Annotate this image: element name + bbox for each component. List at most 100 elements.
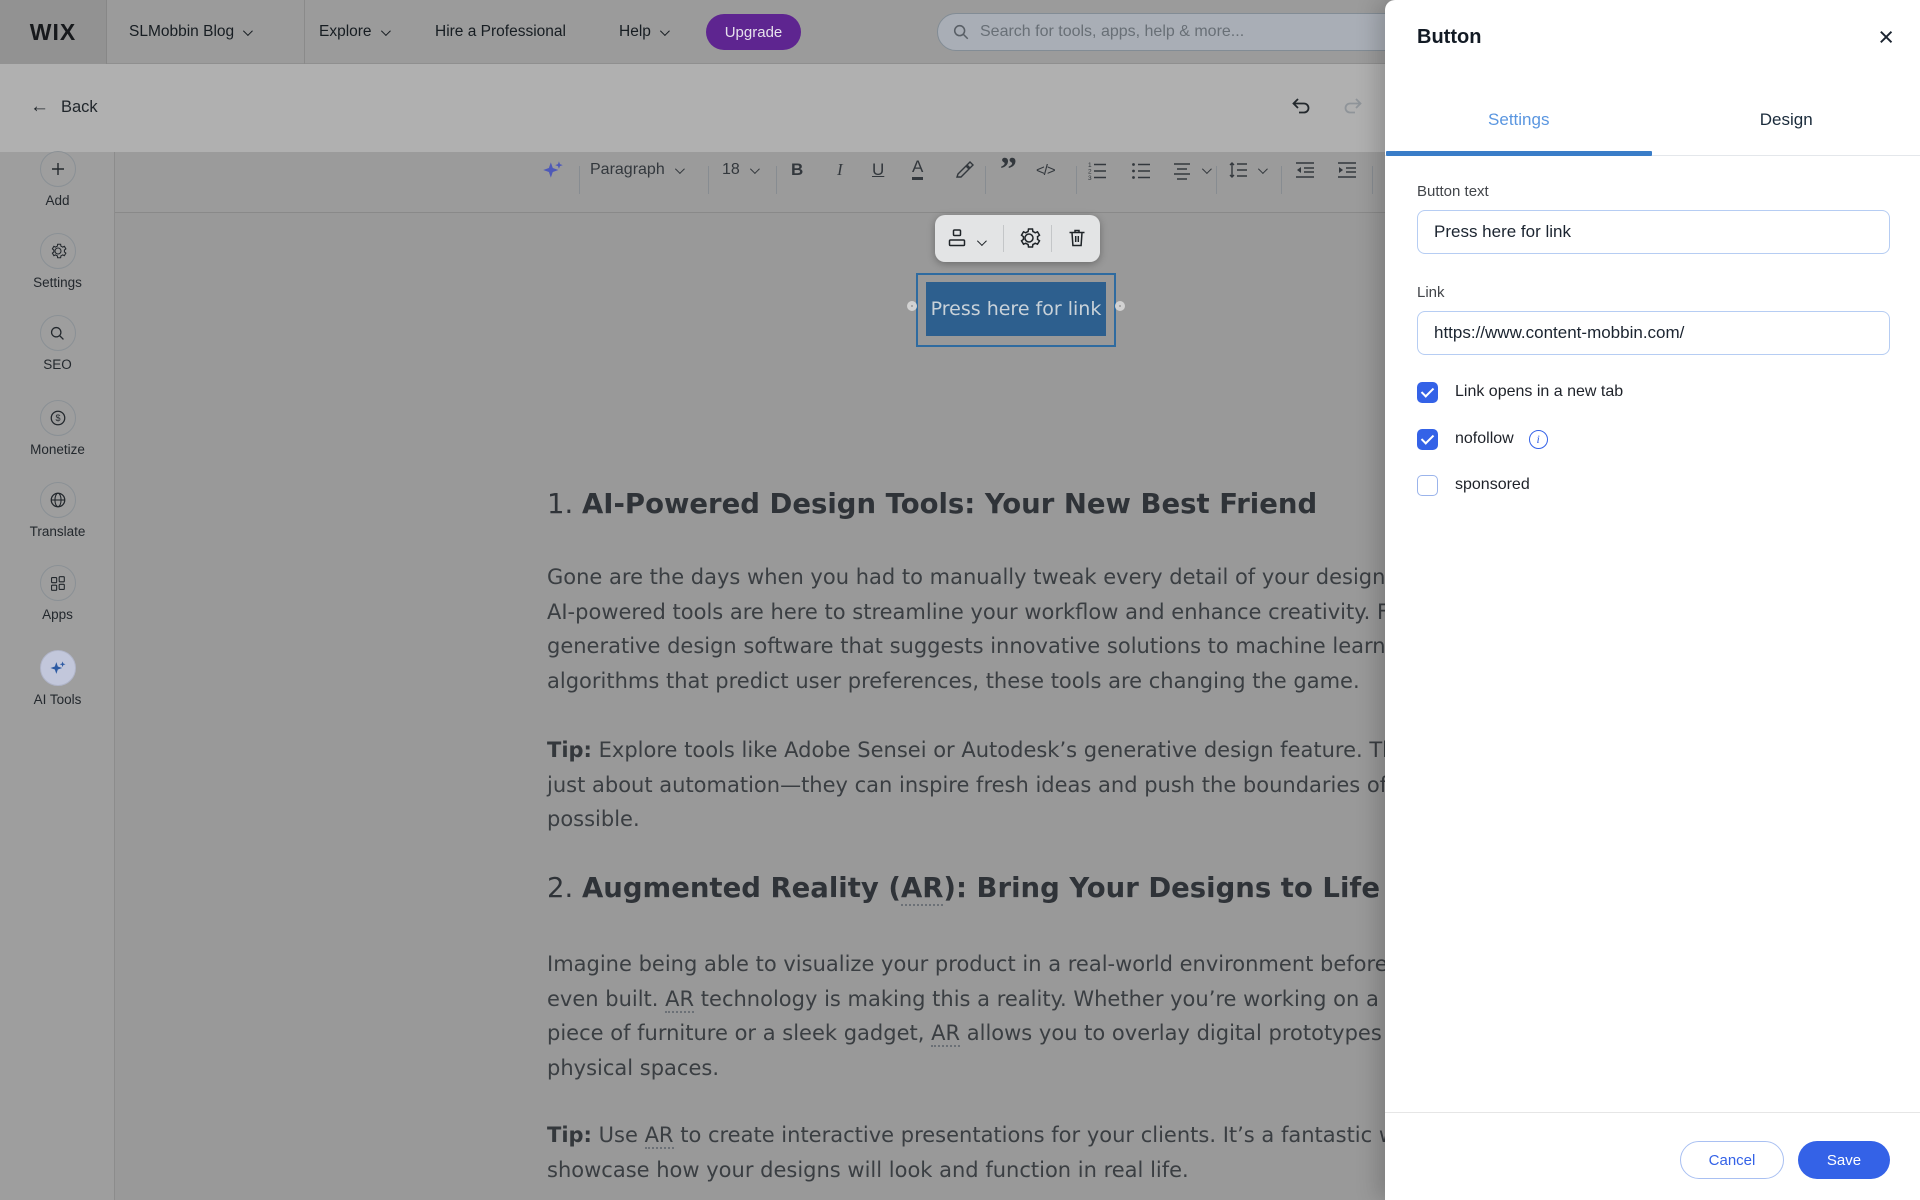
blog-heading-2[interactable]: 2. Augmented Reality (AR): Bring Your De…	[547, 868, 1380, 908]
resize-handle-right[interactable]	[1115, 301, 1125, 311]
site-menu-label: SLMobbin Blog	[129, 23, 235, 40]
checkbox-label: sponsored	[1455, 476, 1530, 493]
indent-icon[interactable]	[1336, 156, 1358, 184]
link-label: Link	[1417, 284, 1445, 301]
text-color-icon[interactable]: A	[912, 156, 924, 180]
sidebar-item-translate[interactable]: Translate	[0, 482, 115, 539]
back-arrow-icon: ←	[30, 96, 49, 117]
topbar-divider	[304, 0, 305, 64]
hire-label: Hire a Professional	[435, 23, 566, 40]
toolbar-divider	[1281, 166, 1282, 194]
svg-text:$: $	[55, 413, 60, 423]
checkbox-label: nofollow	[1455, 430, 1514, 447]
canvas-button[interactable]: Press here for link	[926, 282, 1106, 336]
paragraph-line: just about automation—they can inspire f…	[547, 772, 1385, 797]
toolbar-divider	[1216, 166, 1217, 194]
tab-design[interactable]: Design	[1653, 84, 1920, 155]
tab-settings[interactable]: Settings	[1385, 84, 1653, 155]
save-button[interactable]: Save	[1798, 1141, 1890, 1179]
sidebar-item-label: Monetize	[30, 442, 85, 457]
redo-icon[interactable]	[1341, 94, 1365, 118]
explore-menu[interactable]: Explore	[319, 0, 391, 64]
outdent-icon[interactable]	[1294, 156, 1316, 184]
toolbar-divider	[1076, 166, 1077, 194]
tip-label: Tip:	[547, 1123, 592, 1147]
cancel-button[interactable]: Cancel	[1680, 1141, 1784, 1179]
bold-icon[interactable]: B	[791, 156, 803, 184]
back-button[interactable]: ← Back	[30, 96, 98, 118]
checkbox-checked[interactable]	[1417, 428, 1438, 450]
search-input[interactable]	[980, 23, 1340, 41]
sidebar-item-add[interactable]: Add	[0, 151, 115, 208]
undo-icon[interactable]	[1289, 94, 1313, 118]
bullet-list-icon[interactable]	[1130, 156, 1152, 184]
link-input[interactable]	[1417, 311, 1890, 355]
blog-paragraph-1[interactable]: Gone are the days when you had to manual…	[547, 560, 1385, 698]
hire-a-professional-link[interactable]: Hire a Professional	[435, 0, 566, 64]
sidebar-item-label: Translate	[29, 524, 86, 539]
panel-title: Button	[1417, 26, 1482, 48]
ai-sparkle-icon	[39, 650, 76, 686]
quote-icon[interactable]: ”	[1000, 156, 1017, 184]
underline-icon[interactable]: U	[872, 156, 884, 184]
font-size-dropdown[interactable]: 18	[722, 156, 760, 184]
blog-tip-2[interactable]: Tip: Use AR to create interactive presen…	[547, 1118, 1385, 1187]
back-label: Back	[61, 97, 98, 116]
align-icon	[1174, 163, 1190, 180]
element-toolbar-divider	[1051, 225, 1052, 252]
site-menu[interactable]: SLMobbin Blog	[129, 0, 253, 64]
heading-text: AI-Powered Design Tools: Your New Best F…	[582, 488, 1318, 520]
chevron-down-icon	[380, 25, 391, 36]
explore-label: Explore	[319, 23, 372, 40]
selected-button-element[interactable]: Press here for link	[907, 273, 1125, 347]
info-icon[interactable]: i	[1528, 429, 1548, 449]
heading-text: Augmented Reality (AR): Bring Your Desig…	[582, 872, 1380, 906]
align-dropdown[interactable]	[1172, 156, 1212, 184]
code-icon[interactable]: </>	[1036, 156, 1056, 184]
blog-paragraph-2[interactable]: Imagine being able to visualize your pro…	[547, 947, 1385, 1085]
resize-handle-left[interactable]	[907, 301, 917, 311]
trash-icon[interactable]	[1065, 226, 1089, 250]
line-spacing-dropdown[interactable]	[1228, 156, 1268, 184]
sidebar-item-monetize[interactable]: $ Monetize	[0, 400, 115, 457]
checkbox-row-sponsored: sponsored	[1417, 473, 1530, 497]
wix-logo-text: WIX	[29, 18, 77, 45]
sidebar-item-apps[interactable]: Apps	[0, 565, 115, 622]
search-bar[interactable]	[937, 13, 1385, 51]
numbered-list-icon[interactable]: 123	[1086, 156, 1108, 184]
line-spacing-icon	[1229, 162, 1247, 178]
sidebar-item-settings[interactable]: Settings	[0, 233, 115, 290]
ai-sparkle-icon[interactable]	[540, 156, 566, 184]
align-element-icon[interactable]	[945, 226, 969, 250]
toolbar-divider	[1372, 166, 1373, 194]
button-settings-panel: Button × Settings Design Button text Lin…	[1385, 0, 1920, 1200]
blog-tip-1[interactable]: Tip: Explore tools like Adobe Sensei or …	[547, 733, 1385, 837]
sidebar-item-label: Apps	[42, 607, 73, 622]
italic-icon[interactable]: I	[837, 156, 843, 184]
button-text-input[interactable]	[1417, 210, 1890, 254]
toolbar-divider	[776, 166, 777, 194]
active-tab-indicator	[1386, 151, 1652, 156]
upgrade-button[interactable]: Upgrade	[706, 14, 801, 50]
help-label: Help	[619, 23, 651, 40]
toolbar-divider	[985, 166, 986, 194]
paragraph-line: possible.	[547, 807, 640, 831]
paragraph-style-dropdown[interactable]: Paragraph	[590, 156, 685, 184]
sidebar-item-seo[interactable]: SEO	[0, 315, 115, 372]
top-bar: WIX SLMobbin Blog Explore Hire a Profess…	[0, 0, 1385, 64]
sidebar-item-ai-tools[interactable]: AI Tools	[0, 650, 115, 707]
wix-logo[interactable]: WIX	[0, 0, 107, 64]
close-icon[interactable]: ×	[1878, 22, 1894, 52]
checkbox-checked[interactable]	[1417, 381, 1438, 403]
cancel-label: Cancel	[1708, 1151, 1756, 1169]
help-menu[interactable]: Help	[619, 0, 670, 64]
checkbox-unchecked[interactable]	[1417, 474, 1438, 496]
canvas-button-label: Press here for link	[930, 298, 1102, 320]
chevron-down-icon[interactable]	[976, 233, 987, 251]
highlight-icon[interactable]	[954, 156, 974, 184]
toolbar-divider	[708, 166, 709, 194]
settings-gear-icon[interactable]	[1017, 226, 1041, 250]
panel-footer: Cancel Save	[1385, 1112, 1920, 1200]
checkbox-row-new-tab: Link opens in a new tab	[1417, 380, 1623, 404]
blog-heading-1[interactable]: 1. AI-Powered Design Tools: Your New Bes…	[547, 484, 1317, 524]
